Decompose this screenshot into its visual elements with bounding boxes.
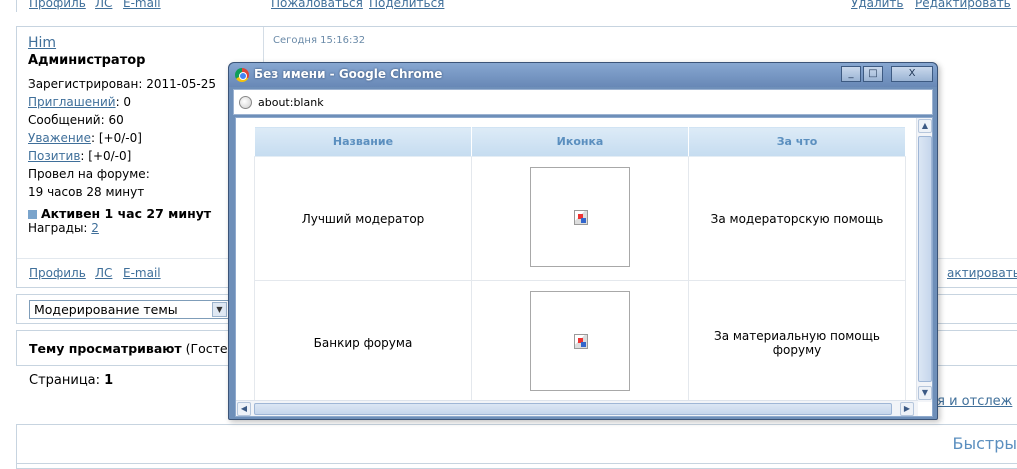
chrome-popup-window: Без имени - Google Chrome _ □ X about:bl…	[228, 62, 938, 420]
share-link-top[interactable]: Поделиться	[369, 0, 444, 10]
window-titlebar[interactable]: Без имени - Google Chrome _ □ X	[229, 63, 937, 87]
award-name: Лучший модератор	[254, 156, 472, 281]
post-author-info: Him Администратор Зарегистрирован: 2011-…	[17, 27, 263, 287]
pm-link[interactable]: ЛС	[95, 266, 112, 280]
award-name: Банкир форума	[254, 280, 472, 405]
maximize-button[interactable]: □	[863, 66, 883, 82]
award-image	[530, 167, 630, 267]
profile-link-top[interactable]: Профиль	[29, 0, 86, 10]
status-square-icon	[28, 210, 37, 219]
time-on-forum-value: 19 часов 28 минут	[28, 185, 145, 199]
table-row: Банкир форума За материальную помощь фор…	[254, 280, 906, 405]
positive-link[interactable]: Позитив	[28, 149, 80, 163]
broken-image-icon	[574, 210, 588, 225]
award-image	[530, 291, 630, 391]
window-title: Без имени - Google Chrome	[254, 67, 443, 81]
chrome-icon	[235, 68, 249, 82]
award-reason: За материальную помощь форуму	[688, 280, 906, 405]
window-controls: _ □ X	[841, 66, 933, 82]
scroll-up-icon[interactable]: ▲	[918, 119, 932, 133]
page-viewport: Название Иконка За что Лучший модератор …	[235, 117, 933, 417]
awards-count-link[interactable]: 2	[91, 221, 99, 235]
column-header-icon: Иконка	[471, 126, 689, 157]
current-page: 1	[104, 373, 114, 388]
email-link[interactable]: E-mail	[123, 266, 161, 280]
author-name-link[interactable]: Him	[28, 35, 56, 51]
award-reason: За модераторскую помощь	[688, 156, 906, 281]
messages-info: Сообщений: 60	[28, 113, 124, 127]
chevron-down-icon[interactable]: ▼	[212, 302, 227, 317]
pm-link-top[interactable]: ЛС	[95, 0, 112, 10]
post-date: Сегодня 15:16:32	[273, 35, 366, 46]
minimize-button[interactable]: _	[841, 66, 861, 82]
address-bar[interactable]: about:blank	[233, 89, 933, 115]
viewing-label: Тему просматривают	[29, 341, 182, 356]
moderation-select[interactable]: Модерирование темы ▼	[29, 300, 229, 319]
edit-link-top[interactable]: Редактировать	[915, 0, 1011, 10]
broken-image-icon	[574, 334, 588, 349]
awards-table: Название Иконка За что Лучший модератор …	[254, 126, 906, 405]
edit-link[interactable]: актировать	[947, 266, 1017, 280]
divider	[17, 463, 1017, 464]
page-icon	[239, 96, 252, 109]
time-on-forum-label: Провел на форуме:	[28, 167, 150, 181]
track-topic-link[interactable]: ся и отслеж	[930, 394, 1012, 409]
invites-info: Приглашений: 0	[28, 95, 132, 109]
quick-reply-box: Быстры	[16, 424, 1017, 469]
column-header-name: Название	[254, 126, 472, 157]
address-text: about:blank	[258, 96, 324, 109]
scroll-left-icon[interactable]: ◀	[237, 402, 251, 416]
column-header-reason: За что	[688, 126, 906, 157]
quick-reply-title: Быстры	[952, 434, 1017, 453]
award-icon-cell	[471, 156, 689, 281]
profile-link[interactable]: Профиль	[29, 266, 86, 280]
scroll-down-icon[interactable]: ▼	[918, 386, 932, 400]
vertical-scrollbar[interactable]: ▲ ▼	[916, 118, 932, 402]
respect-link[interactable]: Уважение	[28, 131, 91, 145]
pagination: Страница: 1	[29, 373, 114, 388]
author-role: Администратор	[28, 53, 146, 68]
delete-link-top[interactable]: Удалить	[851, 0, 904, 10]
registered-info: Зарегистрирован: 2011-05-25	[28, 77, 217, 91]
table-row: Лучший модератор За модераторскую помощь	[254, 156, 906, 281]
complain-link-top[interactable]: Пожаловаться	[271, 0, 363, 10]
email-link-top[interactable]: E-mail	[123, 0, 161, 10]
previous-post-footer: Профиль ЛС E-mail Пожаловаться Поделитьс…	[16, 0, 1017, 12]
invites-link[interactable]: Приглашений	[28, 95, 116, 109]
positive-info: Позитив: [+0/-0]	[28, 149, 132, 163]
vertical-scroll-thumb[interactable]	[918, 136, 932, 382]
respect-info: Уважение: [+0/-0]	[28, 131, 142, 145]
awards-info: Награды: 2	[28, 221, 99, 235]
horizontal-scrollbar[interactable]: ◀ ▶	[236, 400, 918, 416]
scroll-right-icon[interactable]: ▶	[900, 402, 914, 416]
close-button[interactable]: X	[891, 66, 933, 82]
award-icon-cell	[471, 280, 689, 405]
horizontal-scroll-thumb[interactable]	[254, 403, 892, 415]
